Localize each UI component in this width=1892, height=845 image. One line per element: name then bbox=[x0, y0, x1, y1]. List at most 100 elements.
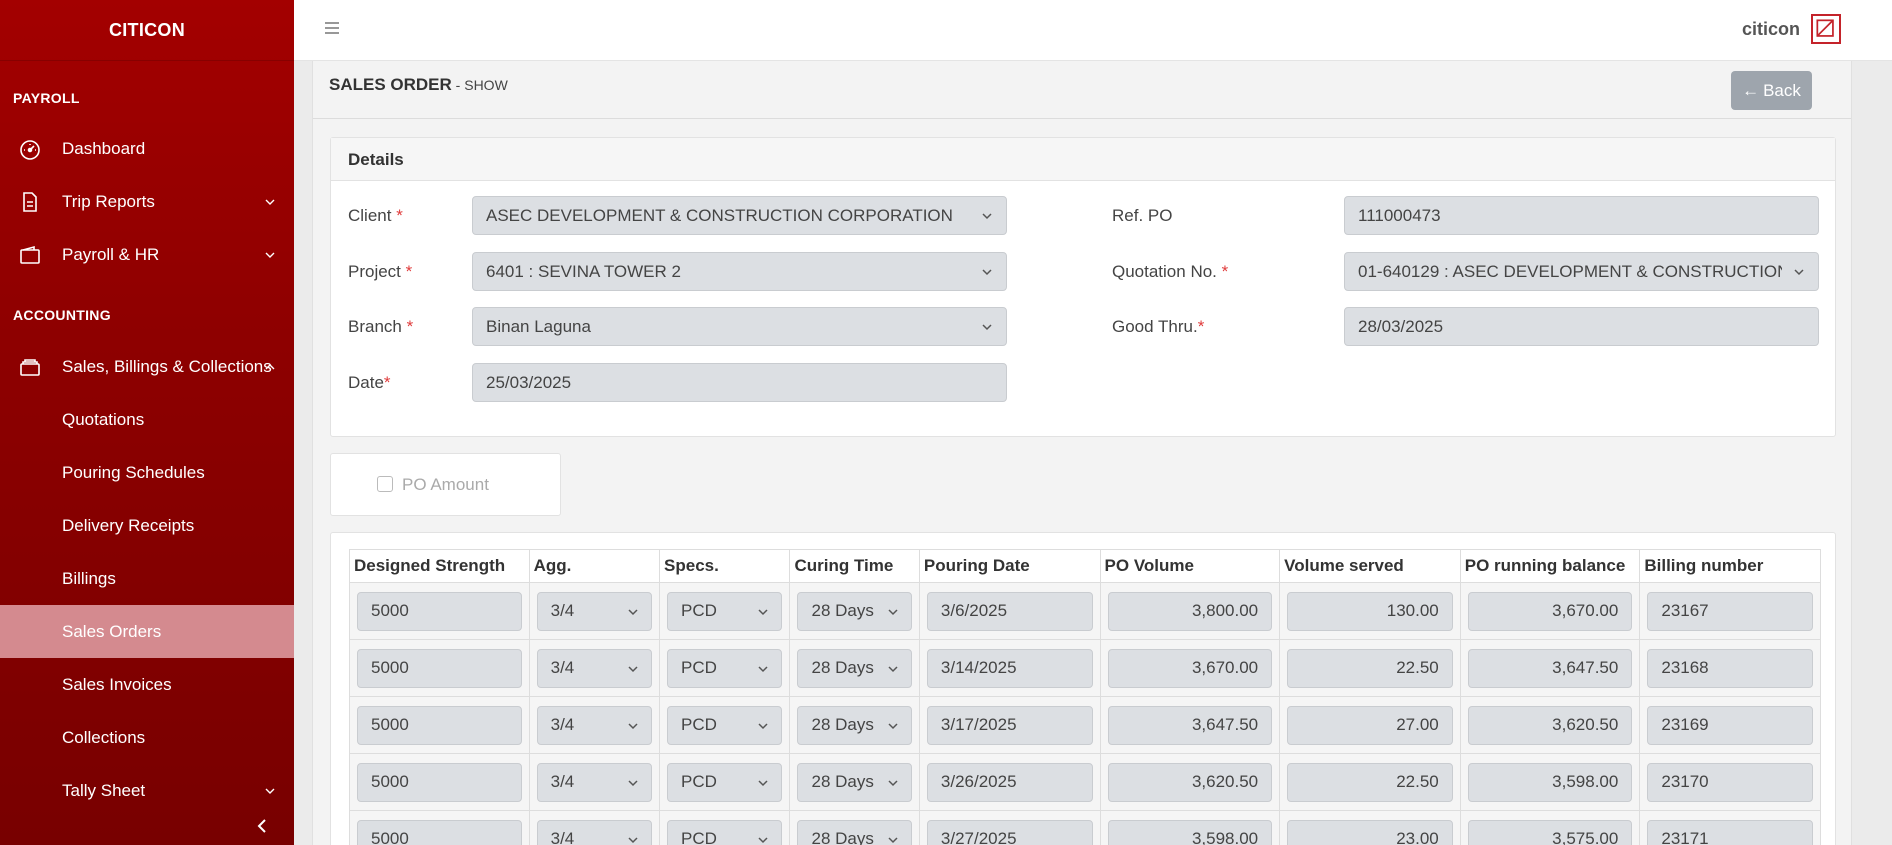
sidebar-item-quotations[interactable]: Quotations bbox=[0, 393, 294, 446]
po-amount-checkbox[interactable] bbox=[377, 476, 393, 492]
volume-served-field[interactable]: 22.50 bbox=[1287, 762, 1453, 802]
specs-select[interactable]: PCD bbox=[667, 762, 783, 802]
col-volume-served: Volume served bbox=[1279, 549, 1461, 583]
designed-strength-field[interactable]: 5000 bbox=[357, 819, 522, 845]
designed-strength-field[interactable]: 5000 bbox=[357, 591, 522, 631]
billing-number-field[interactable]: 23169 bbox=[1647, 705, 1813, 745]
agg-select[interactable]: 3/4 bbox=[536, 762, 653, 802]
table-cell: 3/17/2025 bbox=[918, 696, 1101, 754]
cell-value: 3,647.50 bbox=[1552, 658, 1619, 677]
chevron-down-icon bbox=[758, 779, 769, 786]
table-cell: 5000 bbox=[349, 639, 530, 697]
branch-value: Binan Laguna bbox=[486, 316, 591, 336]
sidebar-item-tally-sheet[interactable]: Tally Sheet bbox=[0, 764, 294, 817]
billing-number-field[interactable]: 23168 bbox=[1647, 648, 1813, 688]
sidebar-item-trip-reports[interactable]: Trip Reports bbox=[0, 175, 294, 228]
sidebar-item-collections[interactable]: Collections bbox=[0, 711, 294, 764]
billing-number-field[interactable]: 23167 bbox=[1647, 591, 1813, 631]
cell-value: 3/4 bbox=[550, 601, 575, 620]
sidebar-item-dashboard[interactable]: Dashboard bbox=[0, 122, 294, 175]
cell-value: 3,620.50 bbox=[1552, 715, 1619, 734]
po-running-balance-field[interactable]: 3,575.00 bbox=[1467, 819, 1633, 845]
agg-select[interactable]: 3/4 bbox=[536, 591, 653, 631]
document-icon bbox=[23, 191, 37, 212]
table-cell: 22.50 bbox=[1279, 753, 1461, 811]
date-field[interactable]: 25/03/2025 bbox=[472, 363, 1007, 402]
cell-value: 3,620.50 bbox=[1191, 772, 1259, 791]
designed-strength-field[interactable]: 5000 bbox=[357, 705, 522, 745]
cell-value: 3,670.00 bbox=[1191, 658, 1259, 677]
table-cell: 3,647.50 bbox=[1099, 696, 1281, 754]
curing-time-select[interactable]: 28 Days bbox=[797, 591, 912, 631]
po-running-balance-field[interactable]: 3,598.00 bbox=[1467, 762, 1633, 802]
designed-strength-field[interactable]: 5000 bbox=[357, 648, 522, 688]
date-value: 25/03/2025 bbox=[486, 372, 572, 392]
table-cell: 5000 bbox=[349, 582, 530, 640]
po-running-balance-field[interactable]: 3,620.50 bbox=[1467, 705, 1633, 745]
agg-select[interactable]: 3/4 bbox=[536, 819, 653, 845]
volume-served-field[interactable]: 22.50 bbox=[1287, 648, 1453, 688]
billing-number-field[interactable]: 23171 bbox=[1647, 819, 1813, 845]
chevron-down-icon bbox=[265, 788, 275, 794]
branch-select[interactable]: Binan Laguna bbox=[472, 307, 1007, 346]
po-running-balance-field[interactable]: 3,647.50 bbox=[1467, 648, 1633, 688]
pouring-date-field[interactable]: 3/14/2025 bbox=[926, 648, 1093, 688]
po-volume-field[interactable]: 3,620.50 bbox=[1107, 762, 1273, 802]
goodthru-field[interactable]: 28/03/2025 bbox=[1344, 307, 1819, 346]
table-cell: 3/4 bbox=[528, 696, 661, 754]
refpo-field[interactable]: 111000473 bbox=[1344, 196, 1819, 235]
user-avatar-icon[interactable] bbox=[1811, 14, 1841, 44]
col-pouring-date: Pouring Date bbox=[918, 549, 1101, 583]
agg-select[interactable]: 3/4 bbox=[536, 705, 653, 745]
sidebar-item-sales-billings-collections[interactable]: Sales, Billings & Collections bbox=[0, 340, 294, 393]
sidebar-item-sales-invoices[interactable]: Sales Invoices bbox=[0, 658, 294, 711]
volume-served-field[interactable]: 23.00 bbox=[1287, 819, 1453, 845]
chevron-down-icon bbox=[758, 665, 769, 672]
specs-select[interactable]: PCD bbox=[667, 648, 783, 688]
specs-select[interactable]: PCD bbox=[667, 819, 783, 845]
project-select[interactable]: 6401 : SEVINA TOWER 2 bbox=[472, 252, 1007, 291]
pouring-date-field[interactable]: 3/17/2025 bbox=[926, 705, 1093, 745]
po-volume-field[interactable]: 3,670.00 bbox=[1107, 648, 1273, 688]
po-volume-field[interactable]: 3,800.00 bbox=[1107, 591, 1273, 631]
sidebar-item-payroll-hr[interactable]: Payroll & HR bbox=[0, 228, 294, 281]
cell-value: 3/4 bbox=[550, 715, 575, 734]
pouring-date-field[interactable]: 3/27/2025 bbox=[926, 819, 1093, 845]
table-cell: 3,598.00 bbox=[1099, 810, 1281, 845]
pouring-date-field[interactable]: 3/6/2025 bbox=[926, 591, 1093, 631]
curing-time-select[interactable]: 28 Days bbox=[797, 648, 912, 688]
volume-served-field[interactable]: 27.00 bbox=[1287, 705, 1453, 745]
curing-time-select[interactable]: 28 Days bbox=[797, 705, 912, 745]
collapse-sidebar-icon[interactable] bbox=[251, 815, 273, 837]
quotation-label: Quotation No. * bbox=[1112, 262, 1229, 281]
specs-select[interactable]: PCD bbox=[667, 591, 783, 631]
wallet-icon bbox=[20, 245, 40, 264]
quotation-select[interactable]: 01-640129 : ASEC DEVELOPMENT & CONSTRUCT… bbox=[1344, 252, 1819, 291]
po-running-balance-field[interactable]: 3,670.00 bbox=[1467, 591, 1633, 631]
volume-served-field[interactable]: 130.00 bbox=[1287, 591, 1453, 631]
po-volume-field[interactable]: 3,647.50 bbox=[1107, 705, 1273, 745]
back-button[interactable]: ← Back bbox=[1731, 71, 1812, 110]
agg-select[interactable]: 3/4 bbox=[536, 648, 653, 688]
table-cell: 3,598.00 bbox=[1459, 753, 1641, 811]
table-cell: PCD bbox=[659, 582, 791, 640]
user-name[interactable]: citicon bbox=[1742, 19, 1800, 40]
client-select[interactable]: ASEC DEVELOPMENT & CONSTRUCTION CORPORAT… bbox=[472, 196, 1007, 235]
sidebar-item-sales-orders[interactable]: Sales Orders bbox=[0, 605, 294, 658]
sidebar-item-pouring-schedules[interactable]: Pouring Schedules bbox=[0, 446, 294, 499]
sidebar-item-delivery-receipts[interactable]: Delivery Receipts bbox=[0, 499, 294, 552]
designed-strength-field[interactable]: 5000 bbox=[357, 762, 522, 802]
pouring-date-field[interactable]: 3/26/2025 bbox=[926, 762, 1093, 802]
hamburger-menu-icon[interactable] bbox=[324, 20, 340, 36]
billing-number-field[interactable]: 23170 bbox=[1647, 762, 1813, 802]
specs-select[interactable]: PCD bbox=[667, 705, 783, 745]
table-cell: 23167 bbox=[1639, 582, 1821, 640]
curing-time-select[interactable]: 28 Days bbox=[797, 819, 912, 845]
sidebar-item-billings[interactable]: Billings bbox=[0, 552, 294, 605]
po-amount-toggle[interactable]: PO Amount bbox=[330, 453, 561, 516]
sidebar-item-label: Payroll & HR bbox=[62, 244, 160, 264]
sidebar-item-label: Tally Sheet bbox=[62, 780, 146, 800]
po-volume-field[interactable]: 3,598.00 bbox=[1107, 819, 1273, 845]
curing-time-select[interactable]: 28 Days bbox=[797, 762, 912, 802]
brand-logo[interactable]: CITICON bbox=[0, 0, 294, 61]
